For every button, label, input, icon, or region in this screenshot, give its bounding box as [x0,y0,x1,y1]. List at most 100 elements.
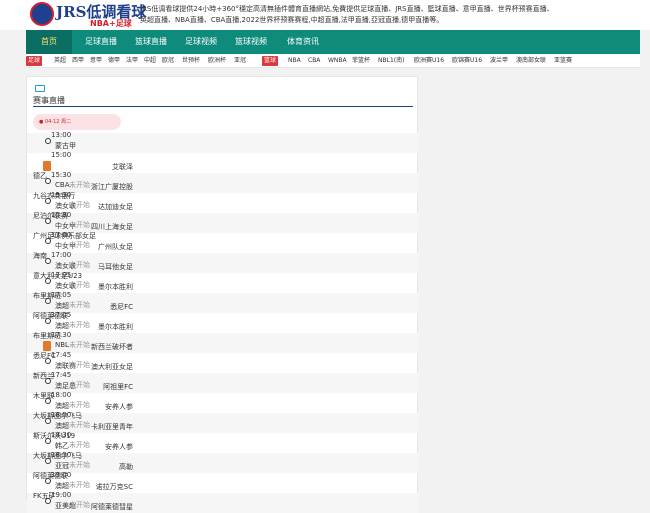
league-link[interactable]: 英超 [54,54,66,68]
match-time: 17:00 [51,251,72,259]
nav-item-football-video[interactable]: 足球视频 [176,30,226,54]
match-status: 未开始 [69,321,90,329]
away-team: 阿德莱德彗星 [91,503,133,511]
league-link[interactable]: NBL1(南) [378,54,404,68]
league-link[interactable]: 欧冠 [162,54,174,68]
match-league: 大坂斯图尔飞马 [33,452,82,460]
match-row[interactable]: 17:45 新西兰 澳联赛 澳大利亚女足 未开始 [27,351,419,380]
league-link[interactable]: 世预杯 [182,54,200,68]
team-flag-icon [43,161,51,171]
match-league: 广州足球俱乐部女足 [33,232,96,240]
match-status: 未开始 [69,461,90,469]
football-tag: 足球 [26,56,43,66]
match-row[interactable]: 18:30 阿德莱德联 亚冠 高勒 未开始 [27,451,419,480]
logo-subtext: NBA+足球 [90,19,132,28]
match-status: 未开始 [69,341,90,349]
match-row[interactable]: 17:05 布里斯班 澳女联 墨尔本胜利 未开始 [27,271,419,300]
live-matches-panel: 赛事直播 ● 04-12 周二 13:00 蒙古甲 15:00 德乙 艾联泽 15:30 九… [26,76,419,513]
league-link[interactable]: 法甲 [126,54,138,68]
match-status: 未开始 [69,441,90,449]
league-link[interactable]: 亚冠 [234,54,246,68]
league-link[interactable]: 欧洲赛U16 [414,54,444,68]
match-status: 未开始 [69,301,90,309]
league-link[interactable]: 澳南部女联 [516,54,546,68]
league-link[interactable]: CBA [308,54,320,68]
league-link[interactable]: 波兰甲 [490,54,508,68]
team-flag-icon [43,341,51,351]
match-row[interactable]: 15:30 尼泊尔联赛 澳女联 达加迪女足 未开始 [27,191,419,220]
match-league: 新西兰 [33,372,54,380]
match-row[interactable]: 15:30 广州足球俱乐部女足 中女甲 四川上海女足 未开始 [27,211,419,240]
league-link[interactable]: 中超 [144,54,156,68]
main-nav: 首页 足球直播 篮球直播 足球视频 篮球视频 体育资讯 [26,30,640,54]
section-title: 赛事直播 [33,96,65,105]
match-league: 布里斯班 [33,292,61,300]
match-status: 未开始 [69,261,90,269]
match-league: 悉尼FC [33,352,56,360]
match-time: 17:45 [51,371,72,379]
match-league: 尼泊尔联赛 [33,212,68,220]
league-link[interactable]: 亚篮赛 [554,54,572,68]
match-status: 未开始 [69,381,90,389]
match-time: 13:00 [51,131,72,139]
league-link[interactable]: NBA [288,54,301,68]
match-time: 15:00 [51,151,72,159]
match-league: 布里斯班 [33,332,61,340]
match-league: 大坂斯图尔飞马 [33,412,82,420]
league-subnav: 足球 英超 西甲 意甲 德甲 法甲 中超 欧冠 世预杯 欧洲杯 亚冠 篮球 NB… [26,54,640,68]
match-status: 未开始 [69,501,90,509]
match-row[interactable]: 15:30 九谷农商银行 CBA 浙江广厦控股 未开始 [27,171,419,200]
nav-item-football-live[interactable]: 足球直播 [76,30,126,54]
match-row[interactable]: 18:30 大坂斯图尔飞马 韩乙 安养人参 未开始 [27,431,419,460]
match-league: 德乙 [33,172,47,180]
match-row[interactable]: 17:45 木里联 澳足总 阿祖里FC 未开始 [27,371,419,400]
match-league: 意大利女足U23 [33,272,83,280]
section-divider [33,106,413,107]
nav-item-sports-news[interactable]: 体育资讯 [278,30,328,54]
match-row[interactable]: 18:00 斯沃尔沃U19 澳超 卡利亚里青年 未开始 [27,411,419,440]
league-link[interactable]: 意甲 [90,54,102,68]
match-status: 未开始 [69,181,90,189]
nav-item-basketball-live[interactable]: 篮球直播 [126,30,176,54]
match-row[interactable]: 18:00 大坂斯图尔飞马 澳超 安养人参 未开始 [27,391,419,420]
match-league: 九谷农商银行 [33,192,75,200]
match-list: 13:00 蒙古甲 15:00 德乙 艾联泽 15:30 九谷农商银行 CBA 浙江广厦控股 未开… [27,131,419,513]
home-team: 蒙古甲 [55,142,76,150]
match-league: 阿德莱德联 [33,472,68,480]
match-row[interactable]: 19:00 亚美超 阿德莱德彗星 未开始 [27,491,419,513]
basketball-logo-icon [30,2,54,26]
match-time: 18:00 [51,391,72,399]
match-row[interactable]: 15:00 德乙 艾联泽 [27,151,419,180]
match-league: 阿德莱德联 [33,312,68,320]
basketball-tag: 篮球 [262,56,279,66]
tv-icon [35,85,45,92]
nav-item-basketball-video[interactable]: 篮球视频 [226,30,276,54]
league-link[interactable]: 西甲 [72,54,84,68]
match-time: 15:30 [51,171,72,179]
site-header: JRS低调看球 NBA+足球 JRS低调看球提供24小時+360°穩定高清無插件… [0,0,650,30]
match-status: 未开始 [69,201,90,209]
match-league: 斯沃尔沃U19 [33,432,76,440]
league-link[interactable]: 欧锦赛U16 [452,54,482,68]
nav-item-home[interactable]: 首页 [26,30,72,54]
match-status: 未开始 [69,241,90,249]
league-link[interactable]: WNBA [328,54,347,68]
league-link[interactable]: 德甲 [108,54,120,68]
site-logo[interactable]: JRS低调看球 NBA+足球 [30,2,146,30]
league-link[interactable]: 菲篮杯 [352,54,370,68]
match-row[interactable]: 17:00 意大利女足U23 澳女联 马耳他女足 未开始 [27,251,419,280]
match-row[interactable]: 17:30 悉尼FC NBL 新西兰破坏者 未开始 [27,331,419,360]
match-row[interactable]: 13:00 蒙古甲 [27,131,419,153]
match-row[interactable]: 19:00 FK五矿 澳超 诺拉万克SC 未开始 [27,471,419,500]
match-status: 未开始 [69,281,90,289]
league-link[interactable]: 欧洲杯 [208,54,226,68]
match-row[interactable]: 17:05 阿德莱德联 澳超 悉尼FC 未开始 [27,291,419,320]
match-league: 海南 [33,252,47,260]
match-status: 未开始 [69,421,90,429]
match-row[interactable]: 17:05 布里斯班 澳超 墨尔本胜利 未开始 [27,311,419,340]
date-pill[interactable]: ● 04-12 周二 [33,114,121,130]
match-status: 未开始 [69,481,90,489]
site-description: JRS低调看球提供24小時+360°穩定高清無插件體育直播網站,免費提供足球直播… [140,5,554,24]
date-label: 04-12 周二 [44,119,72,125]
match-status: 未开始 [69,401,90,409]
